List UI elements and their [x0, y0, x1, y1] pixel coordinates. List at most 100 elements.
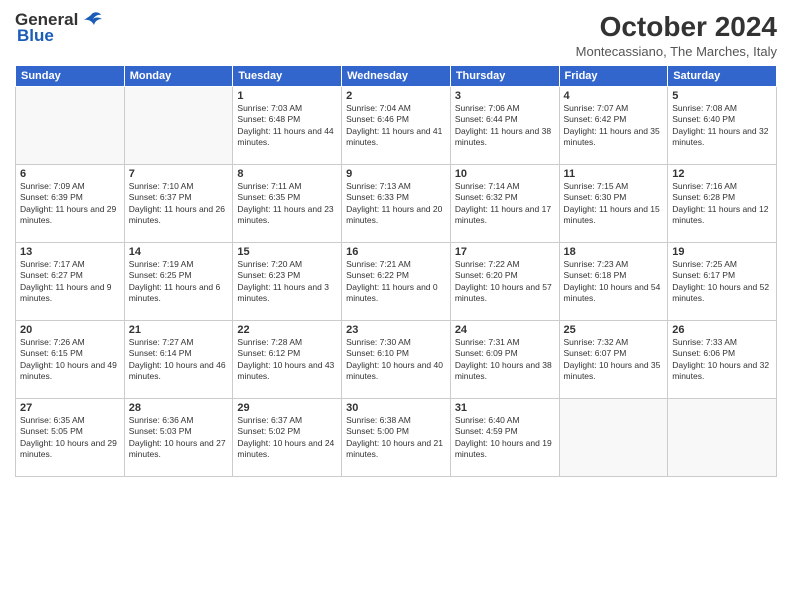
cell-info: Sunrise: 7:19 AM Sunset: 6:25 PM Dayligh… [129, 259, 229, 305]
calendar-table: Sunday Monday Tuesday Wednesday Thursday… [15, 65, 777, 477]
table-row: 17Sunrise: 7:22 AM Sunset: 6:20 PM Dayli… [450, 242, 559, 320]
cell-info: Sunrise: 7:16 AM Sunset: 6:28 PM Dayligh… [672, 181, 772, 227]
cell-info: Sunrise: 7:32 AM Sunset: 6:07 PM Dayligh… [564, 337, 664, 383]
cell-info: Sunrise: 7:11 AM Sunset: 6:35 PM Dayligh… [237, 181, 337, 227]
calendar-week-row: 1Sunrise: 7:03 AM Sunset: 6:48 PM Daylig… [16, 86, 777, 164]
table-row: 5Sunrise: 7:08 AM Sunset: 6:40 PM Daylig… [668, 86, 777, 164]
table-row: 2Sunrise: 7:04 AM Sunset: 6:46 PM Daylig… [342, 86, 451, 164]
table-row: 7Sunrise: 7:10 AM Sunset: 6:37 PM Daylig… [124, 164, 233, 242]
cell-info: Sunrise: 6:38 AM Sunset: 5:00 PM Dayligh… [346, 415, 446, 461]
table-row: 31Sunrise: 6:40 AM Sunset: 4:59 PM Dayli… [450, 398, 559, 476]
table-row [124, 86, 233, 164]
day-number: 3 [455, 90, 555, 102]
table-row: 25Sunrise: 7:32 AM Sunset: 6:07 PM Dayli… [559, 320, 668, 398]
table-row: 16Sunrise: 7:21 AM Sunset: 6:22 PM Dayli… [342, 242, 451, 320]
table-row: 14Sunrise: 7:19 AM Sunset: 6:25 PM Dayli… [124, 242, 233, 320]
day-number: 8 [237, 168, 337, 180]
day-number: 23 [346, 324, 446, 336]
cell-info: Sunrise: 7:26 AM Sunset: 6:15 PM Dayligh… [20, 337, 120, 383]
logo-bird-icon [80, 11, 102, 29]
day-number: 1 [237, 90, 337, 102]
cell-info: Sunrise: 7:04 AM Sunset: 6:46 PM Dayligh… [346, 103, 446, 149]
cell-info: Sunrise: 7:31 AM Sunset: 6:09 PM Dayligh… [455, 337, 555, 383]
cell-info: Sunrise: 7:07 AM Sunset: 6:42 PM Dayligh… [564, 103, 664, 149]
cell-info: Sunrise: 7:30 AM Sunset: 6:10 PM Dayligh… [346, 337, 446, 383]
header-wednesday: Wednesday [342, 65, 451, 86]
header-sunday: Sunday [16, 65, 125, 86]
day-number: 7 [129, 168, 229, 180]
table-row [668, 398, 777, 476]
cell-info: Sunrise: 7:08 AM Sunset: 6:40 PM Dayligh… [672, 103, 772, 149]
table-row: 20Sunrise: 7:26 AM Sunset: 6:15 PM Dayli… [16, 320, 125, 398]
table-row: 9Sunrise: 7:13 AM Sunset: 6:33 PM Daylig… [342, 164, 451, 242]
day-number: 11 [564, 168, 664, 180]
cell-info: Sunrise: 7:27 AM Sunset: 6:14 PM Dayligh… [129, 337, 229, 383]
table-row: 10Sunrise: 7:14 AM Sunset: 6:32 PM Dayli… [450, 164, 559, 242]
cell-info: Sunrise: 7:21 AM Sunset: 6:22 PM Dayligh… [346, 259, 446, 305]
day-number: 28 [129, 402, 229, 414]
day-number: 13 [20, 246, 120, 258]
table-row: 18Sunrise: 7:23 AM Sunset: 6:18 PM Dayli… [559, 242, 668, 320]
cell-info: Sunrise: 7:15 AM Sunset: 6:30 PM Dayligh… [564, 181, 664, 227]
day-number: 30 [346, 402, 446, 414]
cell-info: Sunrise: 7:10 AM Sunset: 6:37 PM Dayligh… [129, 181, 229, 227]
table-row: 15Sunrise: 7:20 AM Sunset: 6:23 PM Dayli… [233, 242, 342, 320]
table-row: 11Sunrise: 7:15 AM Sunset: 6:30 PM Dayli… [559, 164, 668, 242]
header-tuesday: Tuesday [233, 65, 342, 86]
cell-info: Sunrise: 6:35 AM Sunset: 5:05 PM Dayligh… [20, 415, 120, 461]
table-row: 29Sunrise: 6:37 AM Sunset: 5:02 PM Dayli… [233, 398, 342, 476]
table-row: 26Sunrise: 7:33 AM Sunset: 6:06 PM Dayli… [668, 320, 777, 398]
day-number: 29 [237, 402, 337, 414]
cell-info: Sunrise: 7:22 AM Sunset: 6:20 PM Dayligh… [455, 259, 555, 305]
day-number: 27 [20, 402, 120, 414]
table-row: 6Sunrise: 7:09 AM Sunset: 6:39 PM Daylig… [16, 164, 125, 242]
cell-info: Sunrise: 7:09 AM Sunset: 6:39 PM Dayligh… [20, 181, 120, 227]
table-row: 12Sunrise: 7:16 AM Sunset: 6:28 PM Dayli… [668, 164, 777, 242]
title-block: October 2024 Montecassiano, The Marches,… [576, 10, 777, 59]
table-row: 28Sunrise: 6:36 AM Sunset: 5:03 PM Dayli… [124, 398, 233, 476]
cell-info: Sunrise: 7:17 AM Sunset: 6:27 PM Dayligh… [20, 259, 120, 305]
table-row: 22Sunrise: 7:28 AM Sunset: 6:12 PM Dayli… [233, 320, 342, 398]
table-row: 3Sunrise: 7:06 AM Sunset: 6:44 PM Daylig… [450, 86, 559, 164]
table-row: 8Sunrise: 7:11 AM Sunset: 6:35 PM Daylig… [233, 164, 342, 242]
day-number: 26 [672, 324, 772, 336]
cell-info: Sunrise: 7:25 AM Sunset: 6:17 PM Dayligh… [672, 259, 772, 305]
day-number: 2 [346, 90, 446, 102]
cell-info: Sunrise: 7:03 AM Sunset: 6:48 PM Dayligh… [237, 103, 337, 149]
table-row [559, 398, 668, 476]
day-number: 20 [20, 324, 120, 336]
header-thursday: Thursday [450, 65, 559, 86]
day-number: 5 [672, 90, 772, 102]
cell-info: Sunrise: 6:36 AM Sunset: 5:03 PM Dayligh… [129, 415, 229, 461]
day-number: 9 [346, 168, 446, 180]
cell-info: Sunrise: 6:40 AM Sunset: 4:59 PM Dayligh… [455, 415, 555, 461]
cell-info: Sunrise: 7:06 AM Sunset: 6:44 PM Dayligh… [455, 103, 555, 149]
day-number: 21 [129, 324, 229, 336]
table-row [16, 86, 125, 164]
day-number: 22 [237, 324, 337, 336]
header-friday: Friday [559, 65, 668, 86]
header-monday: Monday [124, 65, 233, 86]
cell-info: Sunrise: 7:20 AM Sunset: 6:23 PM Dayligh… [237, 259, 337, 305]
day-number: 4 [564, 90, 664, 102]
table-row: 24Sunrise: 7:31 AM Sunset: 6:09 PM Dayli… [450, 320, 559, 398]
weekday-header-row: Sunday Monday Tuesday Wednesday Thursday… [16, 65, 777, 86]
day-number: 6 [20, 168, 120, 180]
calendar-week-row: 20Sunrise: 7:26 AM Sunset: 6:15 PM Dayli… [16, 320, 777, 398]
day-number: 15 [237, 246, 337, 258]
table-row: 23Sunrise: 7:30 AM Sunset: 6:10 PM Dayli… [342, 320, 451, 398]
cell-info: Sunrise: 7:14 AM Sunset: 6:32 PM Dayligh… [455, 181, 555, 227]
cell-info: Sunrise: 7:23 AM Sunset: 6:18 PM Dayligh… [564, 259, 664, 305]
logo: General Blue [15, 10, 102, 46]
day-number: 25 [564, 324, 664, 336]
header-saturday: Saturday [668, 65, 777, 86]
cell-info: Sunrise: 7:33 AM Sunset: 6:06 PM Dayligh… [672, 337, 772, 383]
day-number: 18 [564, 246, 664, 258]
table-row: 1Sunrise: 7:03 AM Sunset: 6:48 PM Daylig… [233, 86, 342, 164]
day-number: 19 [672, 246, 772, 258]
table-row: 19Sunrise: 7:25 AM Sunset: 6:17 PM Dayli… [668, 242, 777, 320]
day-number: 16 [346, 246, 446, 258]
table-row: 27Sunrise: 6:35 AM Sunset: 5:05 PM Dayli… [16, 398, 125, 476]
day-number: 24 [455, 324, 555, 336]
logo-blue-text: Blue [17, 26, 54, 46]
